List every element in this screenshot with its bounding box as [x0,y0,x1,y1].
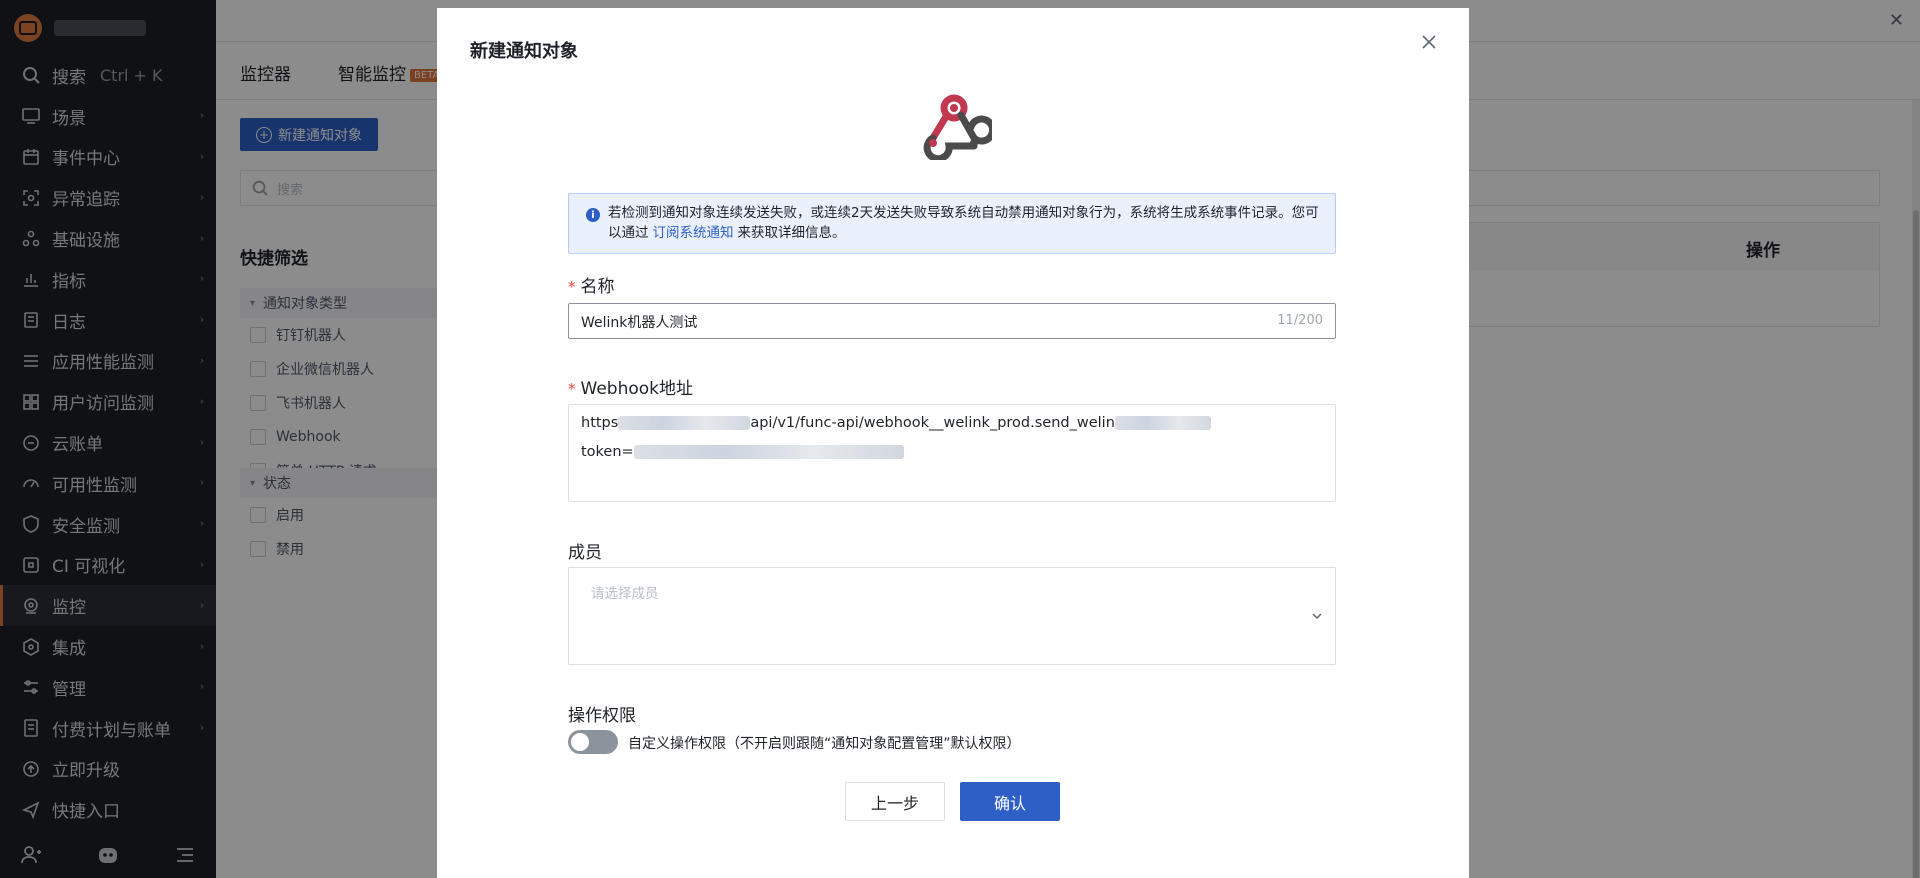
token-prefix: token= [581,444,634,460]
required-asterisk: * [568,278,576,296]
label-text: Webhook地址 [580,379,693,399]
webhook-field-label: * Webhook地址 [568,374,693,399]
url-prefix: https [581,415,619,431]
url-visible-part: api/v1/func-api/webhook__welink_prod.sen… [750,415,1115,431]
new-notification-target-dialog: 新建通知对象 i 若检测到通知对象连续发送失败，或连续2天发送失败导致系统自动禁… [437,8,1469,878]
permission-field-label: 操作权限 [568,706,636,726]
subscribe-system-notification-link[interactable]: 订阅系统通知 [653,225,734,241]
redacted-segment [618,416,751,430]
webhook-url-line-2: token= [581,444,904,460]
dialog-title: 新建通知对象 [470,41,578,62]
confirm-button[interactable]: 确认 [960,782,1060,821]
alert-text-after: 来获取详细信息。 [737,225,846,241]
chevron-down-icon [1309,608,1325,624]
close-icon[interactable] [1419,32,1439,52]
members-select[interactable]: 请选择成员 [568,567,1336,665]
name-input-value: Welink机器人测试 [581,315,698,331]
info-icon: i [586,208,600,222]
custom-permission-label: 自定义操作权限（不开启则跟随“通知对象配置管理”默认权限） [628,736,1021,752]
members-placeholder: 请选择成员 [591,586,659,602]
char-counter: 11/200 [1277,313,1323,328]
webhook-logo-icon [923,94,992,160]
webhook-url-line-1: https api/v1/func-api/webhook__welink_pro… [581,415,1211,431]
label-text: 名称 [580,277,615,297]
name-input[interactable]: Welink机器人测试 11/200 [568,303,1336,339]
info-alert: i 若检测到通知对象连续发送失败，或连续2天发送失败导致系统自动禁用通知对象行为… [568,193,1336,254]
name-field-label: * 名称 [568,272,615,297]
members-field-label: 成员 [568,543,602,563]
previous-step-button[interactable]: 上一步 [845,782,945,821]
required-asterisk: * [568,380,576,398]
alert-text: 若检测到通知对象连续发送失败，或连续2天发送失败导致系统自动禁用通知对象行为，系… [608,203,1323,243]
redacted-token [633,445,904,459]
redacted-segment [1114,416,1211,430]
webhook-url-textarea[interactable]: https api/v1/func-api/webhook__welink_pro… [568,404,1336,502]
custom-permission-toggle[interactable] [568,730,618,754]
